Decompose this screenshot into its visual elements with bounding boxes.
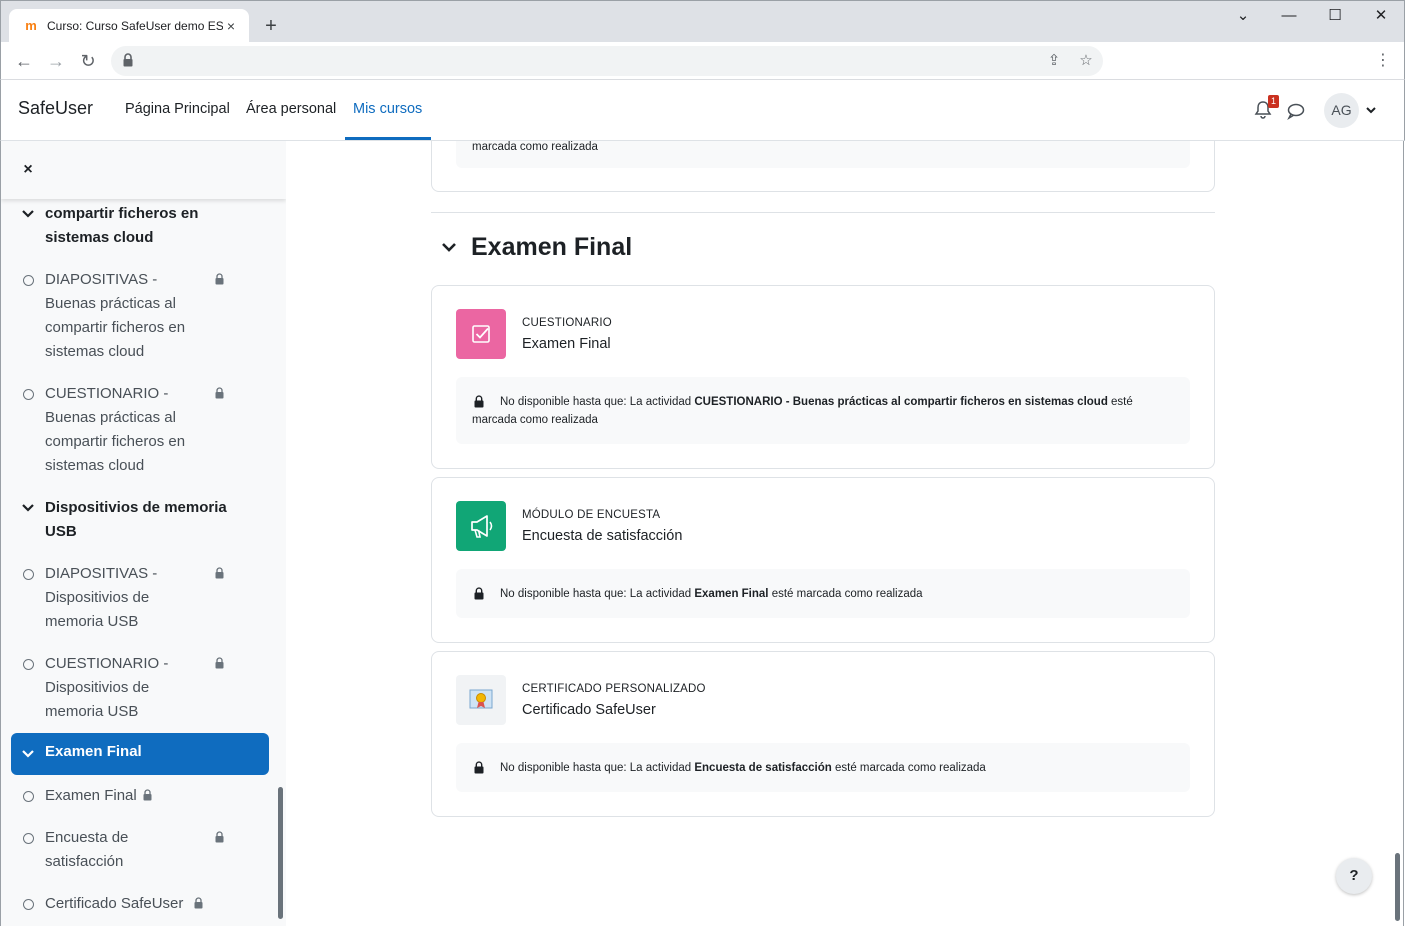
lock-icon	[194, 897, 203, 909]
activity-name-link[interactable]: Encuesta de satisfacción	[522, 528, 682, 544]
restriction-info: No disponible hasta que: La actividad En…	[456, 743, 1190, 792]
user-avatar[interactable]: AG	[1324, 93, 1359, 128]
lock-icon	[215, 273, 224, 285]
course-content: marcada como realizada Examen Final CUES…	[286, 141, 1392, 926]
nav-link-my-courses[interactable]: Mis cursos	[353, 101, 422, 117]
site-navbar: SafeUser Página Principal Área personal …	[0, 80, 1405, 141]
lock-icon	[215, 657, 224, 669]
new-tab-button[interactable]: +	[259, 15, 283, 39]
section-divider	[431, 212, 1215, 213]
messages-chat-icon[interactable]	[1286, 101, 1306, 121]
drawer-item-examen-final[interactable]: Examen Final	[1, 784, 271, 808]
drawer-item-label: Examen Final	[45, 787, 137, 804]
drawer-item-label: CUESTIONARIO - Dispositivios de memoria …	[45, 655, 169, 720]
address-bar[interactable]: ⇪ ☆	[111, 46, 1103, 76]
activity-card-quiz: CUESTIONARIO Examen Final No disponible …	[431, 285, 1215, 469]
completion-circle-icon	[23, 899, 34, 910]
drawer-section-label: compartir ficheros en sistemas cloud	[45, 205, 199, 246]
drawer-item-certificado[interactable]: Certificado SafeUser	[1, 892, 271, 916]
restriction-text: No disponible hasta que: La actividad CU…	[472, 396, 1133, 426]
restriction-text: No disponible hasta que: La actividad Ex…	[500, 588, 923, 600]
tab-search-icon[interactable]: ⌄	[1220, 5, 1266, 29]
drawer-item-label: Certificado SafeUser	[45, 895, 184, 912]
notification-count-badge: 1	[1268, 95, 1279, 108]
restriction-text: marcada como realizada	[472, 141, 598, 153]
completion-circle-icon	[23, 389, 34, 400]
course-index-drawer: × compartir ficheros en sistemas cloud D…	[0, 141, 286, 926]
tab-close-icon[interactable]: ×	[223, 18, 239, 34]
restriction-text: No disponible hasta que: La actividad En…	[500, 762, 986, 774]
drawer-section-cloud[interactable]: compartir ficheros en sistemas cloud	[1, 202, 271, 250]
drawer-item-label: CUESTIONARIO - Buenas prácticas al compa…	[45, 385, 186, 474]
lock-icon	[143, 789, 152, 801]
tab-title: Curso: Curso SafeUser demo ES	[47, 19, 223, 33]
previous-activity-card: marcada como realizada	[431, 141, 1215, 192]
active-nav-indicator	[345, 137, 431, 140]
site-brand[interactable]: SafeUser	[18, 98, 93, 119]
drawer-item-label: DIAPOSITIVAS - Buenas prácticas al compa…	[45, 271, 186, 360]
help-button[interactable]: ?	[1336, 858, 1372, 894]
drawer-item-encuesta[interactable]: Encuesta de satisfacción	[1, 826, 271, 874]
maximize-button[interactable]: ☐	[1312, 5, 1358, 29]
activity-name-link[interactable]: Examen Final	[522, 336, 611, 352]
drawer-item-slides-usb[interactable]: DIAPOSITIVAS - Dispositivios de memoria …	[1, 562, 271, 634]
browser-menu-icon[interactable]: ⋮	[1373, 50, 1393, 72]
drawer-item-quiz-usb[interactable]: CUESTIONARIO - Dispositivios de memoria …	[1, 652, 271, 724]
chevron-down-icon[interactable]	[21, 202, 35, 226]
drawer-section-examen-final[interactable]: Examen Final	[11, 733, 269, 775]
browser-tabstrip: m Curso: Curso SafeUser demo ES × + ⌄ — …	[0, 0, 1405, 43]
back-button[interactable]: ←	[11, 48, 37, 74]
quiz-icon	[456, 309, 506, 359]
nav-link-dashboard[interactable]: Área personal	[246, 101, 336, 117]
minimize-button[interactable]: —	[1266, 5, 1312, 29]
completion-circle-icon	[23, 569, 34, 580]
activity-type-label: CUESTIONARIO	[522, 317, 612, 329]
nav-link-home[interactable]: Página Principal	[125, 101, 230, 117]
restriction-info: marcada como realizada	[456, 141, 1190, 168]
drawer-item-label: Encuesta de satisfacción	[45, 829, 129, 870]
bookmark-star-icon[interactable]: ☆	[1077, 52, 1095, 70]
drawer-section-label: Dispositivios de memoria USB	[45, 499, 227, 540]
activity-card-certificate: CERTIFICADO PERSONALIZADO Certificado Sa…	[431, 651, 1215, 817]
certificate-icon	[456, 675, 506, 725]
drawer-section-label: Examen Final	[45, 743, 142, 760]
lock-icon	[215, 831, 224, 843]
completion-circle-icon	[23, 833, 34, 844]
restriction-info: No disponible hasta que: La actividad CU…	[456, 377, 1190, 444]
share-icon[interactable]: ⇪	[1045, 52, 1063, 70]
drawer-section-usb[interactable]: Dispositivios de memoria USB	[1, 496, 271, 544]
lock-icon	[215, 387, 224, 399]
forward-button[interactable]: →	[43, 48, 69, 74]
chevron-down-icon[interactable]	[440, 237, 458, 259]
browser-tab[interactable]: m Curso: Curso SafeUser demo ES ×	[9, 9, 249, 43]
drawer-header: ×	[1, 141, 286, 199]
close-drawer-icon[interactable]: ×	[19, 161, 37, 179]
drawer-item-label: DIAPOSITIVAS - Dispositivios de memoria …	[45, 565, 158, 630]
moodle-favicon-icon: m	[25, 18, 37, 33]
activity-name-link[interactable]: Certificado SafeUser	[522, 702, 656, 718]
restriction-info: No disponible hasta que: La actividad Ex…	[456, 569, 1190, 618]
activity-type-label: MÓDULO DE ENCUESTA	[522, 509, 661, 521]
megaphone-icon	[456, 501, 506, 551]
drawer-item-quiz-cloud[interactable]: CUESTIONARIO - Buenas prácticas al compa…	[1, 382, 271, 478]
reload-button[interactable]: ↻	[75, 48, 101, 74]
page-scrollbar-track[interactable]	[1392, 141, 1404, 926]
lock-icon	[123, 53, 133, 67]
drawer-scrollbar[interactable]	[278, 787, 283, 919]
completion-circle-icon	[23, 791, 34, 802]
browser-toolbar: ← → ↻ ⇪ ☆ ⋮	[0, 42, 1405, 80]
chevron-down-icon[interactable]	[21, 742, 35, 766]
activity-card-feedback: MÓDULO DE ENCUESTA Encuesta de satisfacc…	[431, 477, 1215, 643]
activity-type-label: CERTIFICADO PERSONALIZADO	[522, 683, 706, 695]
chevron-down-icon[interactable]	[21, 496, 35, 520]
page-scrollbar-thumb[interactable]	[1395, 853, 1400, 921]
lock-icon	[215, 567, 224, 579]
section-title: Examen Final	[471, 233, 633, 261]
close-window-button[interactable]: ✕	[1358, 5, 1404, 29]
drawer-item-slides-cloud[interactable]: DIAPOSITIVAS - Buenas prácticas al compa…	[1, 268, 271, 364]
completion-circle-icon	[23, 659, 34, 670]
completion-circle-icon	[23, 275, 34, 286]
user-menu-chevron-icon[interactable]	[1364, 100, 1378, 120]
